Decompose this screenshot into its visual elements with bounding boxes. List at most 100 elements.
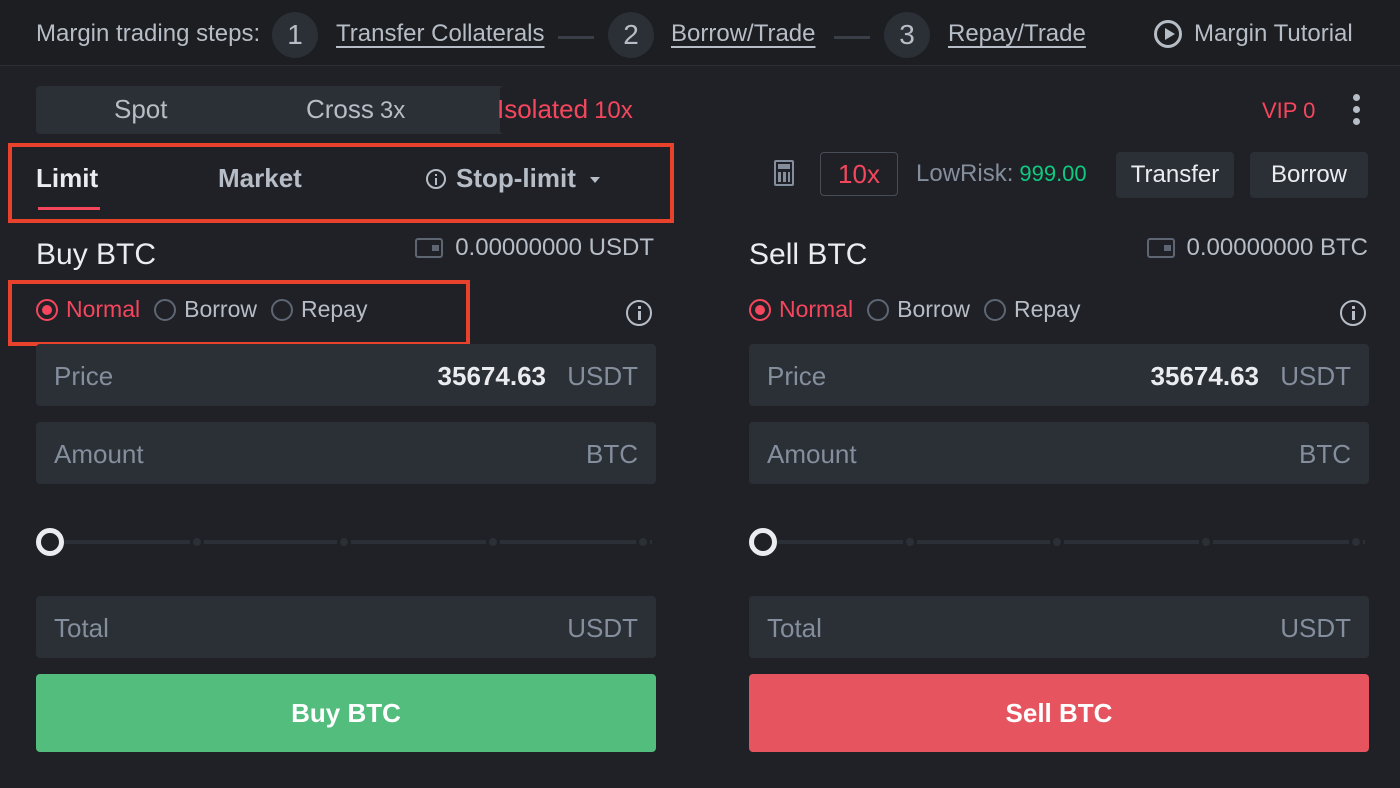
- lowrisk-label: LowRisk:: [916, 160, 1014, 187]
- sell-total-field[interactable]: Total USDT: [749, 596, 1369, 658]
- slider-tick[interactable]: [486, 535, 500, 549]
- sell-price-field[interactable]: Price 35674.63 USDT: [749, 344, 1369, 406]
- steps-label: Margin trading steps:: [36, 20, 261, 47]
- radio-icon: [270, 298, 293, 321]
- slider-tick[interactable]: [337, 535, 351, 549]
- slider-track: [50, 540, 652, 544]
- radio-label: Normal: [66, 296, 141, 322]
- amount-unit: BTC: [1299, 439, 1351, 469]
- borrow-button[interactable]: Borrow: [1250, 152, 1368, 198]
- buy-available-balance: 0.00000000 USDT: [415, 234, 654, 262]
- buy-radio-normal[interactable]: Normal: [36, 296, 140, 323]
- slider-tick[interactable]: [1349, 535, 1363, 549]
- buy-amount-field[interactable]: Amount BTC: [36, 422, 656, 484]
- step-number-2: 2: [608, 12, 654, 58]
- step-divider: [558, 36, 594, 39]
- buy-order-mode-radios: Normal Borrow Repay: [36, 296, 381, 323]
- buy-btc-button[interactable]: Buy BTC: [36, 674, 656, 752]
- margin-tutorial-link[interactable]: Margin Tutorial: [1154, 20, 1353, 48]
- leverage-button[interactable]: 10x: [820, 152, 898, 196]
- price-value: 35674.63: [1150, 361, 1259, 391]
- play-icon: [1154, 20, 1182, 48]
- sell-btc-button[interactable]: Sell BTC: [749, 674, 1369, 752]
- total-unit: USDT: [567, 613, 638, 643]
- stop-limit-label: Stop-limit: [456, 163, 576, 193]
- radio-icon: [154, 298, 177, 321]
- slider-tick[interactable]: [903, 535, 917, 549]
- chevron-down-icon: [589, 177, 600, 183]
- step-number-3: 3: [884, 12, 930, 58]
- radio-selected-icon: [36, 298, 58, 321]
- tab-limit[interactable]: Limit: [36, 163, 98, 194]
- wallet-icon: [415, 238, 444, 258]
- mode-label: Spot: [114, 94, 168, 124]
- buy-amount-slider[interactable]: [36, 528, 652, 556]
- buy-panel-title: Buy BTC: [36, 238, 157, 271]
- slider-knob[interactable]: [749, 528, 777, 556]
- buy-balance-value: 0.00000000 USDT: [455, 234, 654, 261]
- buy-price-field[interactable]: Price 35674.63 USDT: [36, 344, 656, 406]
- sell-radio-borrow[interactable]: Borrow: [867, 296, 970, 323]
- radio-icon: [867, 298, 890, 321]
- tab-stop-limit[interactable]: Stop-limit: [426, 163, 600, 194]
- info-icon[interactable]: [1340, 300, 1366, 326]
- amount-label: Amount: [54, 439, 144, 469]
- vip-level-badge: VIP 0: [1262, 98, 1316, 123]
- lowrisk-value: 999.00: [1019, 161, 1087, 186]
- mode-leverage: 3x: [379, 97, 406, 124]
- mode-tab-isolated[interactable]: Isolated 10x: [497, 94, 633, 125]
- calculator-icon[interactable]: [774, 160, 794, 186]
- price-unit: USDT: [1280, 361, 1351, 391]
- slider-tick[interactable]: [1199, 535, 1213, 549]
- radio-label: Borrow: [184, 296, 257, 322]
- slider-tick[interactable]: [190, 535, 204, 549]
- buy-total-field[interactable]: Total USDT: [36, 596, 656, 658]
- buy-radio-borrow[interactable]: Borrow: [154, 296, 257, 323]
- sell-radio-normal[interactable]: Normal: [749, 296, 853, 323]
- sell-panel-title: Sell BTC: [749, 238, 868, 271]
- order-type-tabs: Limit Market Stop-limit: [8, 143, 674, 223]
- total-unit: USDT: [1280, 613, 1351, 643]
- sell-available-balance: 0.00000000 BTC: [1146, 234, 1368, 262]
- slider-tick[interactable]: [1050, 535, 1064, 549]
- total-label: Total: [767, 613, 822, 643]
- slider-tick[interactable]: [636, 535, 650, 549]
- transfer-button[interactable]: Transfer: [1116, 152, 1234, 198]
- step-number-1: 1: [272, 12, 318, 58]
- price-unit: USDT: [567, 361, 638, 391]
- amount-label: Amount: [767, 439, 857, 469]
- tab-market[interactable]: Market: [218, 163, 302, 194]
- amount-unit: BTC: [586, 439, 638, 469]
- risk-indicator: LowRisk: 999.00: [916, 160, 1087, 188]
- mode-leverage: 10x: [594, 97, 633, 124]
- sell-balance-value: 0.00000000 BTC: [1186, 234, 1368, 261]
- slider-knob[interactable]: [36, 528, 64, 556]
- sell-amount-slider[interactable]: [749, 528, 1365, 556]
- radio-icon: [983, 298, 1006, 321]
- wallet-icon: [1146, 238, 1175, 258]
- mode-label: Cross: [306, 94, 374, 124]
- tutorial-label: Margin Tutorial: [1194, 20, 1353, 47]
- radio-label: Repay: [1013, 296, 1081, 322]
- info-icon[interactable]: [626, 300, 652, 326]
- margin-steps-bar: Margin trading steps: 1 Transfer Collate…: [0, 0, 1400, 66]
- step-link-borrow-trade[interactable]: Borrow/Trade: [671, 20, 816, 48]
- info-icon: [426, 169, 446, 189]
- active-tab-underline: [38, 207, 100, 210]
- mode-label: Isolated: [497, 94, 589, 124]
- step-link-transfer-collaterals[interactable]: Transfer Collaterals: [336, 20, 545, 48]
- more-options-icon[interactable]: [1350, 94, 1362, 126]
- buy-radio-repay[interactable]: Repay: [270, 296, 368, 323]
- margin-mode-selector: Spot Cross 3x Isolated 10x: [36, 86, 682, 134]
- sell-order-mode-radios: Normal Borrow Repay: [749, 296, 1094, 323]
- step-link-repay-trade[interactable]: Repay/Trade: [948, 20, 1086, 48]
- step-divider: [834, 36, 870, 39]
- total-label: Total: [54, 613, 109, 643]
- radio-label: Repay: [300, 296, 368, 322]
- sell-radio-repay[interactable]: Repay: [983, 296, 1081, 323]
- mode-tab-spot[interactable]: Spot: [114, 94, 168, 125]
- slider-track: [763, 540, 1365, 544]
- sell-amount-field[interactable]: Amount BTC: [749, 422, 1369, 484]
- price-label: Price: [767, 361, 827, 391]
- mode-tab-cross[interactable]: Cross 3x: [306, 94, 405, 125]
